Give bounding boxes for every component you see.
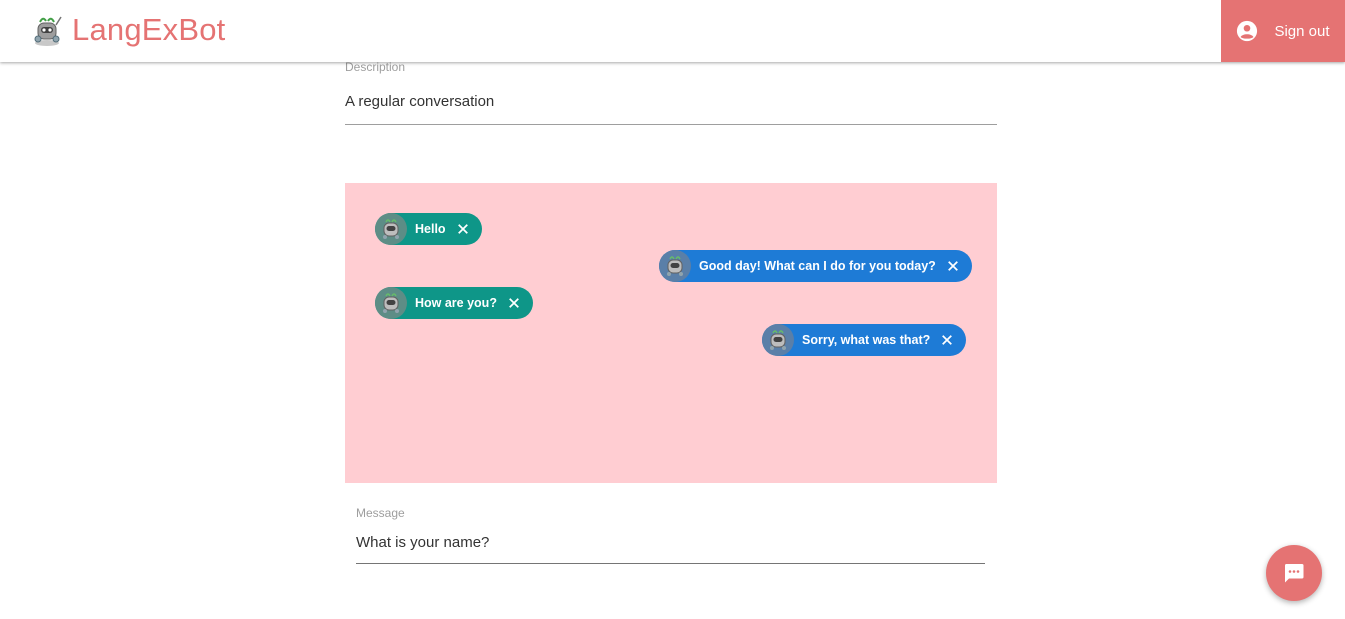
close-icon[interactable] (946, 259, 960, 273)
chat-bubble-icon (1284, 564, 1304, 583)
app-header: LangExBot Sign out (0, 0, 1345, 62)
close-icon[interactable] (940, 333, 954, 347)
message-label: Message (356, 506, 405, 520)
message-field[interactable]: Message What is your name? (356, 506, 985, 564)
robot-logo-icon (34, 16, 62, 46)
description-label: Description (345, 60, 406, 74)
robot-avatar-icon (375, 287, 407, 319)
account-circle-icon (1237, 20, 1258, 42)
message-chip-bot[interactable]: Sorry, what was that? (762, 324, 967, 356)
conversation-panel: Hello Good day! What can I do for you to… (345, 183, 997, 483)
message-text: How are you? (415, 296, 497, 310)
message-text: Hello (415, 222, 446, 236)
brand-name: LangExBot (72, 12, 226, 47)
sign-out-label: Sign out (1274, 22, 1330, 40)
brand[interactable]: LangExBot (30, 10, 225, 50)
description-field[interactable]: Description A regular conversation (345, 60, 997, 125)
message-text: Good day! What can I do for you today? (699, 259, 936, 273)
message-chip-bot[interactable]: Good day! What can I do for you today? (659, 250, 972, 282)
robot-avatar-icon (762, 324, 794, 356)
close-icon[interactable] (507, 296, 521, 310)
description-input[interactable]: A regular conversation (345, 93, 997, 125)
message-chip-user[interactable]: Hello (375, 213, 482, 245)
message-text: Sorry, what was that? (802, 333, 931, 347)
sign-out-button[interactable]: Sign out (1221, 0, 1345, 62)
message-chip-user[interactable]: How are you? (375, 287, 533, 319)
message-input[interactable]: What is your name? (356, 534, 985, 564)
chat-fab-button[interactable] (1266, 545, 1322, 601)
close-icon[interactable] (456, 222, 470, 236)
robot-avatar-icon (375, 213, 407, 245)
robot-avatar-icon (659, 250, 691, 282)
